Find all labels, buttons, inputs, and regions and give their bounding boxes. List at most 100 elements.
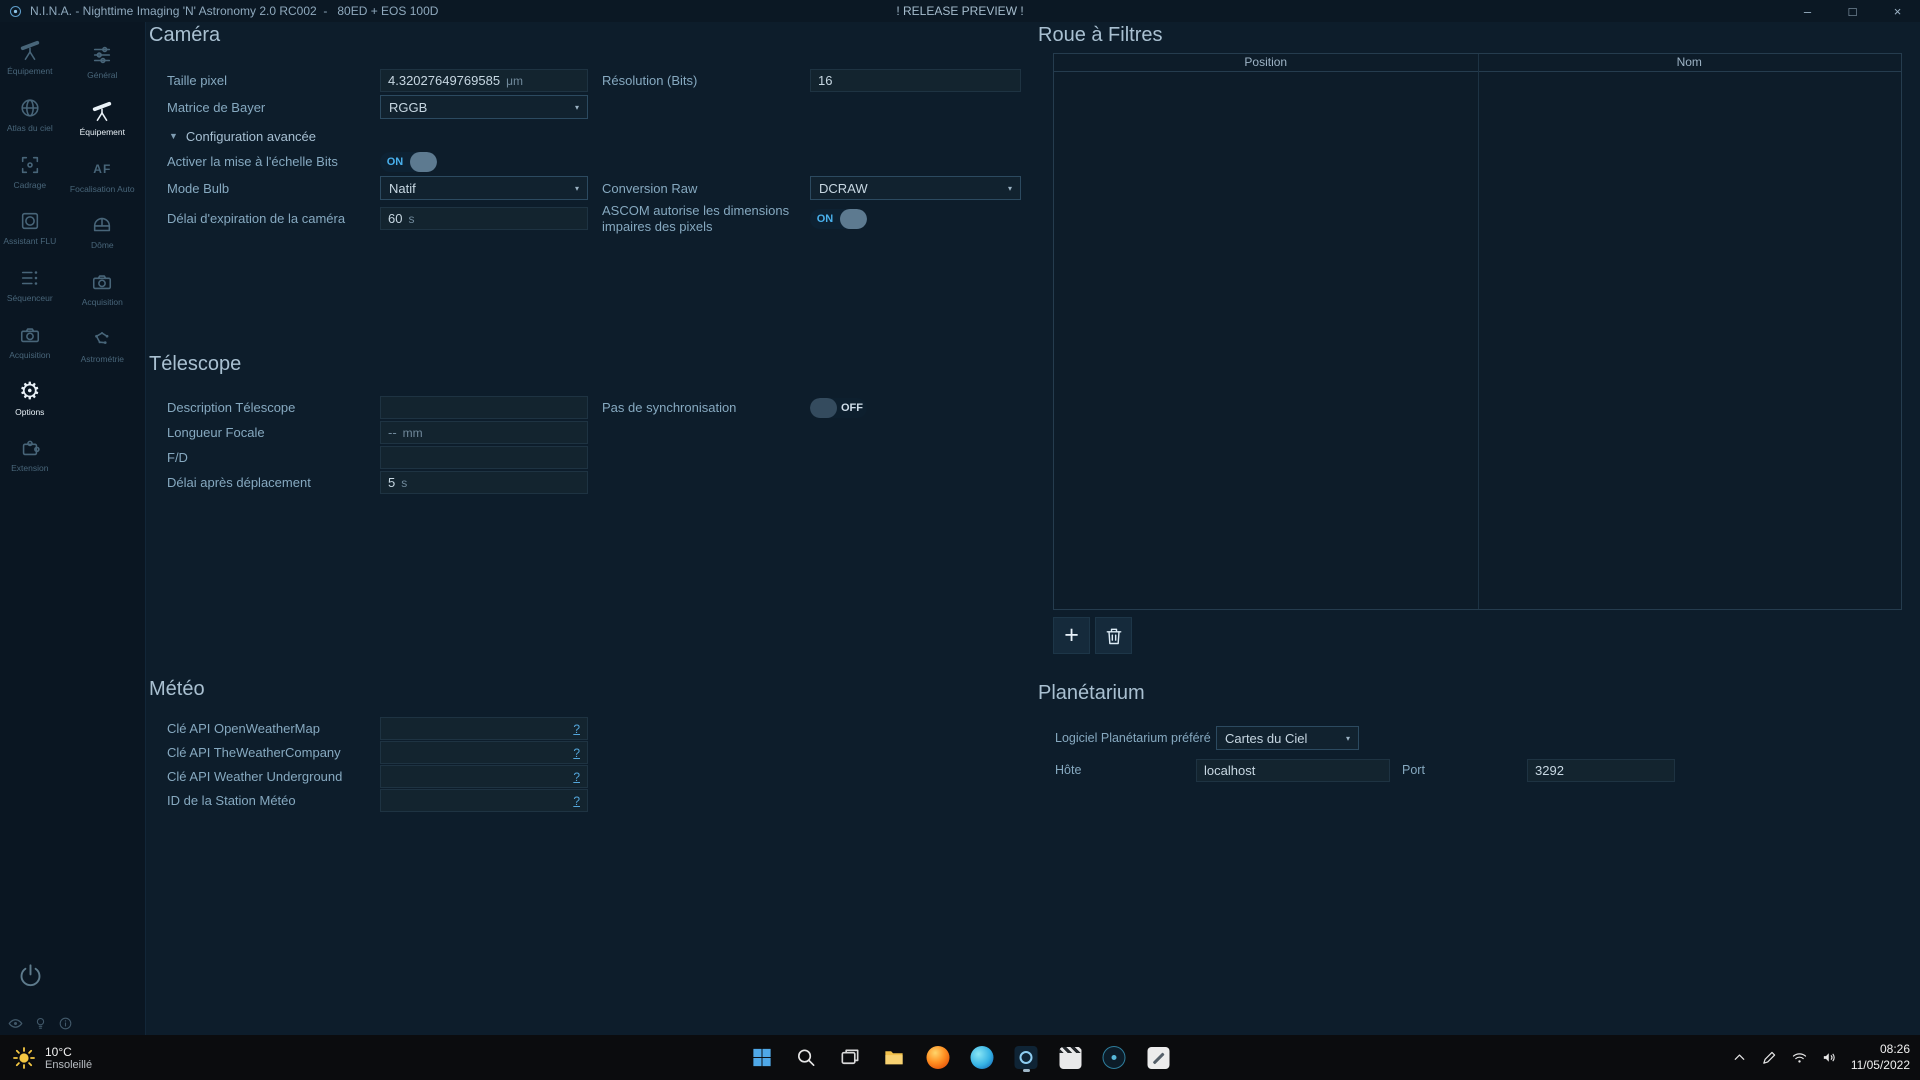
options-tab-general[interactable]: Général	[60, 42, 145, 81]
ascom-odd-pixels-toggle[interactable]: ON	[810, 209, 867, 229]
taskbar-center	[747, 1035, 1174, 1080]
bayer-matrix-label: Matrice de Bayer	[167, 96, 380, 119]
bayer-matrix-dropdown[interactable]: RGGB ▾	[380, 95, 588, 119]
theweathercompany-key-label: Clé API TheWeatherCompany	[167, 741, 380, 764]
phd2-button[interactable]	[1099, 1042, 1130, 1073]
notes-app-button[interactable]	[1143, 1042, 1174, 1073]
chevron-down-icon: ▾	[575, 103, 579, 112]
plus-icon: +	[1064, 623, 1079, 648]
add-filter-button[interactable]: +	[1053, 617, 1090, 654]
planetarium-software-dropdown[interactable]: Cartes du Ciel ▾	[1216, 726, 1359, 750]
planetarium-software-label: Logiciel Planétarium préféré	[1055, 726, 1216, 750]
media-player-button[interactable]	[1055, 1042, 1086, 1073]
sidebar-item-sequenceur[interactable]: Séquenceur	[0, 265, 60, 304]
firefox-button[interactable]	[923, 1042, 954, 1073]
sidebar-item-extension[interactable]: Extension	[0, 435, 60, 474]
sidebar-item-assistant-flu[interactable]: Assistant FLU	[0, 208, 60, 247]
no-sync-toggle[interactable]: OFF	[810, 398, 867, 418]
weather-station-id-label: ID de la Station Météo	[167, 789, 380, 812]
file-explorer-button[interactable]	[879, 1042, 910, 1073]
info-icon[interactable]	[58, 1016, 73, 1031]
task-view-icon	[839, 1046, 862, 1069]
filter-actions: +	[1053, 617, 1902, 654]
weatherunderground-key-input[interactable]: ?	[380, 765, 588, 788]
camera-section: Caméra Taille pixel 4.32027649769585 μm …	[149, 24, 1033, 234]
expander-triangle-icon: ▼	[169, 131, 178, 141]
app-logo-icon	[8, 4, 23, 19]
sky-atlas-icon	[19, 95, 41, 121]
port-input[interactable]: 3292	[1527, 759, 1675, 782]
no-sync-label: Pas de synchronisation	[588, 396, 810, 419]
folder-icon	[883, 1046, 906, 1069]
power-button[interactable]	[17, 962, 44, 989]
options-tab-equipement[interactable]: Équipement	[60, 99, 145, 138]
pixel-size-input[interactable]: 4.32027649769585 μm	[380, 69, 588, 92]
trash-icon	[1104, 626, 1124, 646]
theweathercompany-key-input[interactable]: ?	[380, 741, 588, 764]
camera-timeout-input[interactable]: 60 s	[380, 207, 588, 230]
window-title: N.I.N.A. - Nighttime Imaging 'N' Astrono…	[30, 4, 438, 18]
port-label: Port	[1390, 758, 1527, 782]
telescope-description-input[interactable]	[380, 396, 588, 419]
volume-button[interactable]	[1821, 1049, 1838, 1066]
sidebar-item-atlas-du-ciel[interactable]: Atlas du ciel	[0, 95, 60, 134]
status-bar-icons	[8, 1016, 73, 1031]
resolution-bits-input[interactable]: 16	[810, 69, 1021, 92]
weather-widget[interactable]: 10°C Ensoleillé	[12, 1035, 92, 1080]
sidebar-item-equipement[interactable]: Équipement	[0, 38, 60, 77]
sidebar-item-acquisition[interactable]: Acquisition	[0, 322, 60, 361]
options-tab-focalisation-auto[interactable]: AF Focalisation Auto	[60, 156, 145, 195]
bulb-mode-dropdown[interactable]: Natif ▾	[380, 176, 588, 200]
focal-length-input[interactable]: -- mm	[380, 421, 588, 444]
raw-conversion-label: Conversion Raw	[588, 177, 810, 200]
options-tab-acquisition[interactable]: Acquisition	[60, 269, 145, 308]
focal-length-label: Longueur Focale	[167, 421, 380, 444]
camera-icon	[91, 269, 113, 295]
advanced-config-expander[interactable]: ▼ Configuration avancée	[169, 127, 1021, 145]
weatherunderground-help-link[interactable]: ?	[573, 770, 580, 784]
network-button[interactable]	[1791, 1049, 1808, 1066]
start-button[interactable]	[747, 1042, 778, 1073]
framing-icon	[19, 152, 41, 178]
search-button[interactable]	[791, 1042, 822, 1073]
options-tab-astrometrie[interactable]: Astrométrie	[60, 326, 145, 365]
pixel-size-label: Taille pixel	[167, 69, 380, 92]
tray-expand-button[interactable]	[1731, 1049, 1748, 1066]
close-button[interactable]: ×	[1875, 0, 1920, 22]
gear-icon: ⚙	[19, 379, 41, 405]
openweathermap-key-input[interactable]: ?	[380, 717, 588, 740]
sun-icon	[12, 1046, 36, 1070]
edge-button[interactable]	[967, 1042, 998, 1073]
autofocus-icon: AF	[93, 156, 111, 182]
options-tab-dome[interactable]: Dôme	[60, 212, 145, 251]
maximize-button[interactable]: □	[1830, 0, 1875, 22]
camera-icon	[19, 322, 41, 348]
openweathermap-help-link[interactable]: ?	[573, 722, 580, 736]
eye-icon[interactable]	[8, 1016, 23, 1031]
filter-list	[1054, 72, 1901, 609]
sidebar: Équipement Atlas du ciel Cadrage Assista…	[0, 22, 146, 1035]
focal-ratio-input[interactable]	[380, 446, 588, 469]
power-icon	[17, 962, 44, 989]
bulb-icon[interactable]	[33, 1016, 48, 1031]
settle-time-input[interactable]: 5 s	[380, 471, 588, 494]
delete-filter-button[interactable]	[1095, 617, 1132, 654]
theweathercompany-help-link[interactable]: ?	[573, 746, 580, 760]
bit-scaling-toggle[interactable]: ON	[380, 152, 437, 172]
nina-app-button[interactable]	[1011, 1042, 1042, 1073]
weather-station-id-input[interactable]: ?	[380, 789, 588, 812]
host-input[interactable]: localhost	[1196, 759, 1390, 782]
pen-settings-button[interactable]	[1761, 1049, 1778, 1066]
raw-conversion-dropdown[interactable]: DCRAW ▾	[810, 176, 1021, 200]
windows-logo-icon	[751, 1046, 774, 1069]
planetarium-section-title: Planétarium	[1038, 682, 1675, 705]
minimize-button[interactable]: –	[1785, 0, 1830, 22]
filter-wheel-section: Roue à Filtres Position Nom +	[1038, 24, 1902, 654]
task-view-button[interactable]	[835, 1042, 866, 1073]
weather-station-help-link[interactable]: ?	[573, 794, 580, 808]
sidebar-item-options[interactable]: ⚙ Options	[0, 379, 60, 418]
clock-widget[interactable]: 08:26 11/05/2022	[1851, 1042, 1910, 1073]
wifi-icon	[1791, 1049, 1808, 1066]
sidebar-item-cadrage[interactable]: Cadrage	[0, 152, 60, 191]
camera-section-title: Caméra	[149, 24, 1033, 47]
